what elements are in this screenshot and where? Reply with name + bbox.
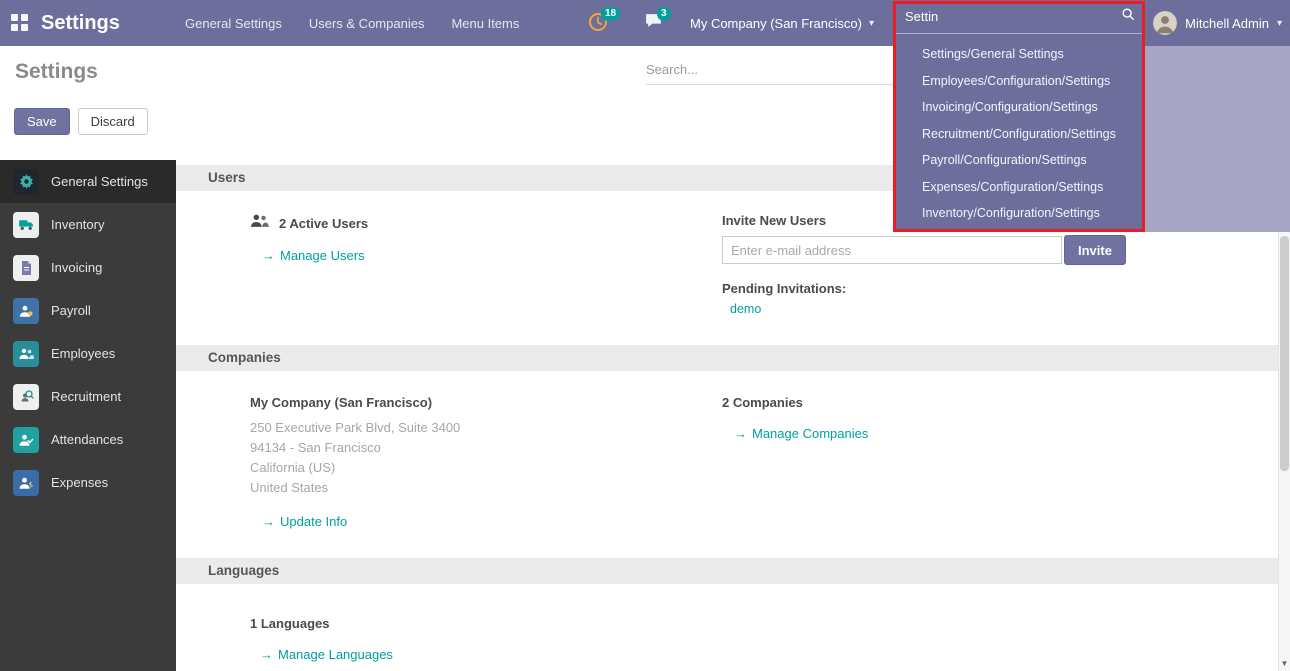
page-title: Settings xyxy=(15,60,98,84)
scroll-down-button[interactable]: ▼ xyxy=(1279,657,1290,670)
search-result-item[interactable]: Recruitment/Configuration/Settings xyxy=(895,121,1145,148)
messages-badge: 3 xyxy=(657,7,671,21)
sidebar-item-recruitment[interactable]: Recruitment xyxy=(0,375,176,418)
manage-users-link[interactable]: → Manage Users xyxy=(262,248,365,263)
update-info-link[interactable]: → Update Info xyxy=(262,514,347,529)
sidebar-item-label: Inventory xyxy=(51,217,104,232)
app-title[interactable]: Settings xyxy=(41,0,120,46)
section-header-languages: Languages xyxy=(176,558,1278,584)
sidebar-item-attendances[interactable]: Attendances xyxy=(0,418,176,461)
svg-text:$: $ xyxy=(29,481,33,489)
activities-clock-icon[interactable]: 18 xyxy=(588,12,610,34)
menu-item-general-settings[interactable]: General Settings xyxy=(185,16,282,31)
search-icon xyxy=(1121,7,1135,26)
company-address-line: United States xyxy=(250,478,722,498)
search-placeholder: Search... xyxy=(646,62,698,77)
companies-count: 2 Companies xyxy=(722,395,1278,410)
search-result-item[interactable]: Expenses/Configuration/Settings xyxy=(895,174,1145,201)
manage-companies-link[interactable]: → Manage Companies xyxy=(734,426,868,441)
settings-sidebar: General Settings Inventory Invoicing Pay… xyxy=(0,160,176,671)
chevron-down-icon: ▾ xyxy=(869,18,874,29)
section-title: Languages xyxy=(208,563,279,578)
active-users-row: 2 Active Users xyxy=(250,213,722,233)
chevron-down-icon: ▾ xyxy=(1277,18,1282,29)
pending-invitations-label: Pending Invitations: xyxy=(722,281,1278,296)
section-title: Companies xyxy=(208,350,281,365)
users-group-icon xyxy=(250,213,269,233)
search-result-item[interactable]: Settings/General Settings xyxy=(895,41,1145,68)
companies-left-column: My Company (San Francisco) 250 Executive… xyxy=(250,371,722,531)
invite-email-input[interactable] xyxy=(722,236,1062,264)
search-result-item[interactable]: Invoicing/Configuration/Settings xyxy=(895,94,1145,121)
menu-search-results: Settings/General Settings Employees/Conf… xyxy=(895,41,1145,227)
section-header-companies: Companies xyxy=(176,345,1278,371)
discard-button[interactable]: Discard xyxy=(78,108,148,135)
company-switcher-label: My Company (San Francisco) xyxy=(690,16,862,31)
sidebar-item-expenses[interactable]: $ Expenses xyxy=(0,461,176,504)
user-name: Mitchell Admin xyxy=(1185,16,1269,31)
save-discard-row: Save Discard xyxy=(14,108,148,135)
arrow-right-icon: → xyxy=(262,248,275,263)
user-menu[interactable]: Mitchell Admin ▾ xyxy=(1153,0,1282,46)
sidebar-item-label: Attendances xyxy=(51,432,123,447)
payroll-person-icon xyxy=(13,298,39,324)
company-address-line: 250 Executive Park Blvd, Suite 3400 xyxy=(250,418,722,438)
search-result-item[interactable]: Inventory/Configuration/Settings xyxy=(895,200,1145,227)
settings-content: Users 2 Active Users → Manage Users Invi… xyxy=(176,160,1278,671)
sidebar-item-label: Payroll xyxy=(51,303,91,318)
sidebar-item-inventory[interactable]: Inventory xyxy=(0,203,176,246)
avatar xyxy=(1153,11,1177,35)
sidebar-item-invoicing[interactable]: Invoicing xyxy=(0,246,176,289)
employees-people-icon xyxy=(13,341,39,367)
company-switcher[interactable]: My Company (San Francisco) ▾ xyxy=(690,0,874,46)
attendance-check-icon xyxy=(13,427,39,453)
recruitment-magnifier-icon xyxy=(13,384,39,410)
sidebar-item-label: Employees xyxy=(51,346,115,361)
activities-badge: 18 xyxy=(601,7,620,21)
sidebar-item-label: Expenses xyxy=(51,475,108,490)
menu-search-input[interactable]: Settin xyxy=(895,0,1145,34)
invoice-document-icon xyxy=(13,255,39,281)
arrow-right-icon: → xyxy=(262,514,275,529)
languages-count: 1 Languages xyxy=(250,616,722,631)
company-address-line: 94134 - San Francisco xyxy=(250,438,722,458)
menu-item-menu-items[interactable]: Menu Items xyxy=(451,16,519,31)
invite-button[interactable]: Invite xyxy=(1064,235,1126,265)
section-title: Users xyxy=(208,170,246,185)
menu-item-users-companies[interactable]: Users & Companies xyxy=(309,16,425,31)
users-left-column: 2 Active Users → Manage Users xyxy=(250,191,722,265)
arrow-right-icon: → xyxy=(260,647,273,662)
manage-languages-link[interactable]: → Manage Languages xyxy=(260,647,393,662)
sidebar-item-payroll[interactable]: Payroll xyxy=(0,289,176,332)
records-search-input[interactable]: Search... xyxy=(646,62,894,85)
languages-left-column: 1 Languages → Manage Languages xyxy=(250,584,722,664)
languages-section: 1 Languages → Manage Languages xyxy=(176,584,1278,664)
top-menu: General Settings Users & Companies Menu … xyxy=(185,0,519,46)
sidebar-item-general-settings[interactable]: General Settings xyxy=(0,160,176,203)
user-dropdown-panel xyxy=(1145,46,1290,232)
arrow-right-icon: → xyxy=(734,426,747,441)
apps-menu-icon[interactable] xyxy=(11,14,28,31)
truck-icon xyxy=(13,212,39,238)
pending-invitation-demo-link[interactable]: demo xyxy=(730,302,761,316)
menu-search-dropdown: Settin Settings/General Settings Employe… xyxy=(895,0,1145,232)
sidebar-item-label: Invoicing xyxy=(51,260,102,275)
scrollbar-thumb[interactable] xyxy=(1280,236,1289,471)
active-users-count: 2 Active Users xyxy=(279,216,368,231)
search-result-item[interactable]: Payroll/Configuration/Settings xyxy=(895,147,1145,174)
messages-chat-icon[interactable]: 3 xyxy=(644,12,666,34)
sidebar-item-label: Recruitment xyxy=(51,389,121,404)
menu-search-query: Settin xyxy=(905,9,1121,24)
save-button[interactable]: Save xyxy=(14,108,70,135)
companies-section: My Company (San Francisco) 250 Executive… xyxy=(176,371,1278,558)
companies-right-column: 2 Companies → Manage Companies xyxy=(722,371,1278,443)
expenses-dollar-icon: $ xyxy=(13,470,39,496)
sidebar-item-label: General Settings xyxy=(51,174,148,189)
sidebar-item-employees[interactable]: Employees xyxy=(0,332,176,375)
company-name: My Company (San Francisco) xyxy=(250,395,722,410)
search-result-item[interactable]: Employees/Configuration/Settings xyxy=(895,68,1145,95)
invite-row: Invite xyxy=(722,236,1278,265)
gear-icon xyxy=(13,169,39,195)
company-address-line: California (US) xyxy=(250,458,722,478)
